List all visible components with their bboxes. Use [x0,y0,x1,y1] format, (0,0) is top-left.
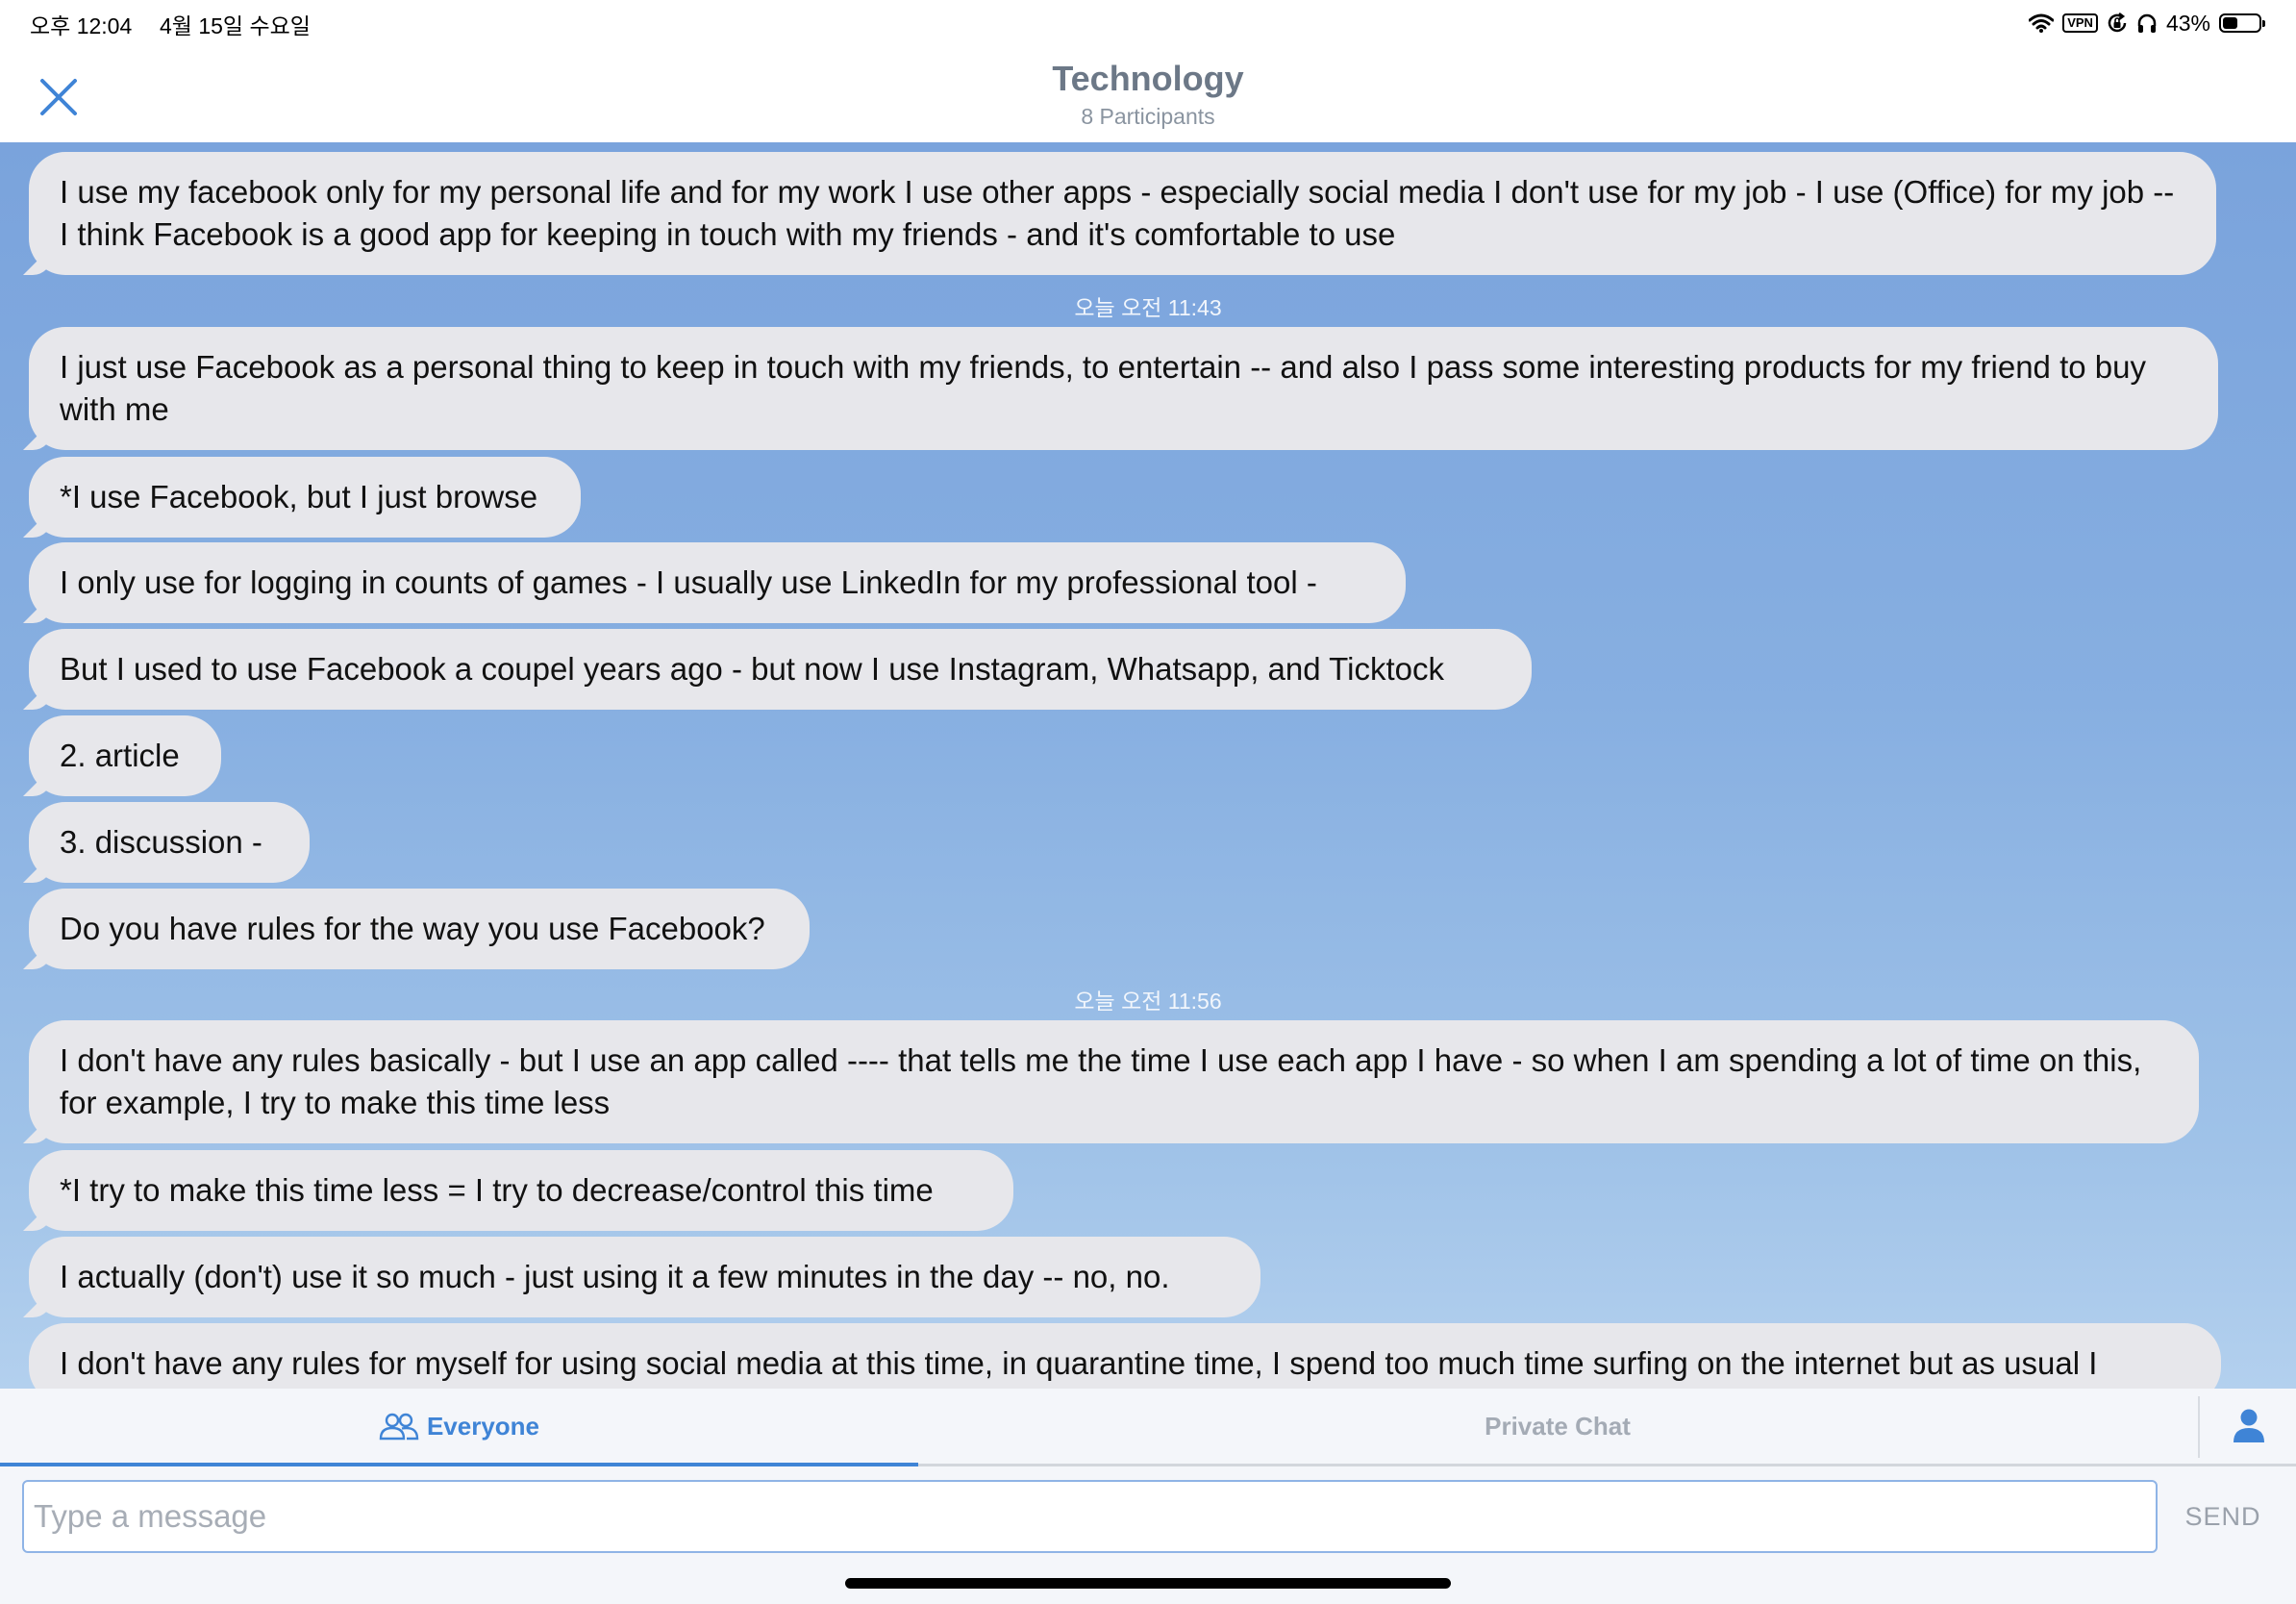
status-date: 4월 15일 수요일 [160,13,311,38]
tab-private-chat-label: Private Chat [1485,1411,1631,1441]
orientation-lock-icon [2107,13,2128,34]
battery-percent: 43% [2165,10,2210,36]
message-bubble[interactable]: *I try to make this time less = I try to… [29,1150,1013,1231]
message-bubble[interactable]: *I use Facebook, but I just browse [29,457,581,538]
headphones-icon [2136,13,2158,34]
battery-level [2223,17,2237,29]
tab-baseline [918,1464,2296,1466]
person-icon [2234,1409,2264,1442]
tab-everyone[interactable]: Everyone [0,1389,918,1464]
wifi-icon [2029,13,2055,33]
message-bubble[interactable]: I use my facebook only for my personal l… [29,152,2216,275]
message-timestamp: 오늘 오전 11:56 [1074,989,1222,1014]
vpn-icon: VPN [2062,13,2098,33]
zoom-chat-screen: 오후 12:04 4월 15일 수요일 VPN 43% Technology 8… [0,0,2296,1604]
tab-divider [2198,1396,2200,1458]
home-indicator[interactable] [845,1578,1451,1589]
participants-count: 8 Participants [1081,104,1215,129]
chat-tab-bar: Everyone Private Chat [0,1389,2296,1466]
tab-private-chat[interactable]: Private Chat [918,1389,2197,1464]
send-button[interactable]: SEND [2165,1480,2281,1553]
status-time: 오후 12:04 [30,13,133,38]
tab-everyone-label: Everyone [426,1411,540,1441]
message-bubble[interactable]: 3. discussion - [29,802,310,883]
participants-button[interactable] [2202,1389,2296,1464]
page-title: Technology [1052,59,1244,98]
status-icons: VPN 43% [2029,10,2265,37]
message-bubble[interactable]: I don't have any rules basically - but I… [29,1020,2199,1143]
message-bubble[interactable]: I actually (don't) use it so much - just… [29,1237,1260,1317]
message-bubble[interactable]: I just use Facebook as a personal thing … [29,327,2218,450]
people-icon [379,1412,419,1441]
message-bubble[interactable]: 2. article [29,715,221,796]
status-bar: 오후 12:04 4월 15일 수요일 VPN 43% [0,0,2296,46]
chat-scroll-area[interactable]: I use my facebook only for my personal l… [0,142,2296,1389]
message-bubble[interactable]: Do you have rules for the way you use Fa… [29,889,810,969]
message-bubble[interactable]: I don't have any rules for myself for us… [29,1323,2221,1389]
message-timestamp: 오늘 오전 11:43 [1074,295,1222,320]
message-input[interactable] [22,1480,2158,1553]
chat-header: Technology 8 Participants [0,46,2296,142]
active-tab-indicator [0,1463,918,1466]
battery-icon [2219,13,2265,33]
message-bubble[interactable]: I only use for logging in counts of game… [29,542,1406,623]
message-bubble[interactable]: But I used to use Facebook a coupel year… [29,629,1532,710]
